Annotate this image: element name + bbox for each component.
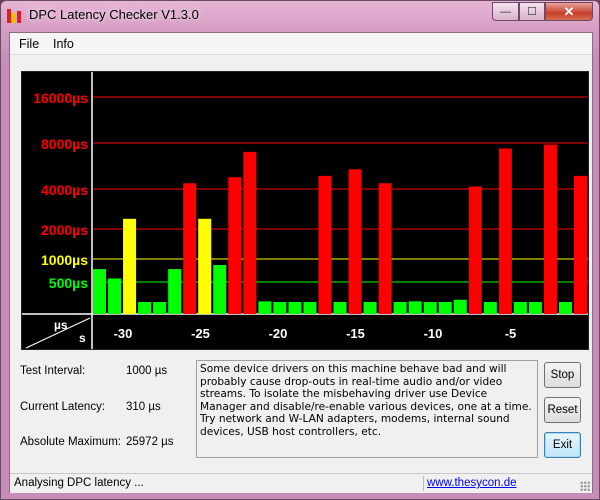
- maximize-button[interactable]: ☐: [519, 2, 545, 21]
- x-tick-label: -5: [505, 326, 517, 341]
- app-window: DPC Latency Checker V1.3.0 — ☐ ✕ File In…: [0, 0, 600, 500]
- maximize-icon: ☐: [527, 6, 537, 18]
- title-bar[interactable]: DPC Latency Checker V1.3.0 — ☐ ✕: [1, 1, 599, 31]
- latency-chart: µss 16000µs 8000µs 4000µs 2000µs 1000µs 500µs -…: [21, 71, 589, 350]
- latency-bar: [228, 177, 242, 314]
- latency-bar: [108, 278, 122, 314]
- menu-file[interactable]: File: [19, 37, 39, 51]
- latency-bar: [303, 302, 317, 314]
- website-link[interactable]: www.thesycon.de: [427, 477, 517, 489]
- latency-bar: [288, 302, 302, 314]
- y-tick-label: 4000µs: [41, 182, 88, 198]
- latency-bar: [183, 183, 197, 314]
- latency-bar: [138, 302, 152, 314]
- latency-bar: [243, 151, 257, 314]
- close-icon: ✕: [563, 3, 575, 19]
- menu-info[interactable]: Info: [53, 37, 74, 51]
- current-latency-label: Current Latency:: [20, 401, 106, 413]
- latency-bar: [498, 148, 512, 314]
- latency-bar: [483, 302, 497, 314]
- latency-bar: [363, 302, 377, 314]
- exit-button[interactable]: Exit: [544, 432, 581, 458]
- axis-corner-bottom-label: s: [79, 331, 86, 345]
- x-tick-label: -15: [346, 326, 365, 341]
- latency-bar: [423, 302, 437, 314]
- latency-bar: [318, 175, 332, 314]
- latency-bar: [153, 302, 167, 314]
- close-button[interactable]: ✕: [545, 2, 593, 21]
- latency-bar: [393, 302, 407, 314]
- latency-bar: [558, 302, 572, 314]
- latency-bar: [573, 175, 587, 314]
- absolute-maximum-value: 25972 µs: [126, 436, 174, 448]
- absolute-maximum-label: Absolute Maximum:: [20, 436, 121, 448]
- minimize-icon: —: [500, 5, 511, 18]
- latency-bar: [468, 186, 482, 314]
- window-title: DPC Latency Checker V1.3.0: [29, 7, 199, 22]
- latency-bar: [513, 302, 527, 314]
- y-tick-label: 8000µs: [41, 136, 88, 152]
- resize-grip-icon[interactable]: [580, 481, 590, 491]
- latency-bar: [213, 264, 227, 314]
- status-bar: Analysing DPC latency ... www.thesycon.d…: [10, 473, 592, 493]
- status-text: Analysing DPC latency ...: [14, 477, 144, 489]
- menu-bar: File Info: [10, 33, 592, 55]
- latency-bar: [273, 302, 287, 314]
- y-tick-label: 500µs: [49, 275, 88, 291]
- latency-bar: [543, 144, 557, 314]
- current-latency-value: 310 µs: [126, 401, 161, 413]
- latency-bar: [378, 183, 392, 314]
- y-tick-label: 16000µs: [33, 90, 88, 106]
- x-tick-label: -30: [114, 326, 133, 341]
- latency-bar: [528, 302, 542, 314]
- y-tick-label: 2000µs: [41, 222, 88, 238]
- x-tick-label: -25: [191, 326, 210, 341]
- latency-bar: [453, 299, 467, 314]
- latency-bar: [198, 218, 212, 314]
- app-bars-icon: [7, 7, 23, 23]
- axis-corner-top-label: µs: [54, 318, 68, 332]
- latency-bar: [438, 302, 452, 314]
- reset-button[interactable]: Reset: [544, 397, 581, 423]
- status-separator: [423, 476, 424, 491]
- x-tick-label: -10: [424, 326, 443, 341]
- test-interval-label: Test Interval:: [20, 365, 86, 377]
- y-tick-label: 1000µs: [41, 252, 88, 268]
- latency-bar: [348, 169, 362, 314]
- x-tick-label: -20: [269, 326, 288, 341]
- stop-button[interactable]: Stop: [544, 362, 581, 388]
- message-box: Some device drivers on this machine beha…: [196, 360, 538, 458]
- latency-bar: [258, 301, 272, 314]
- latency-bar: [93, 269, 107, 314]
- minimize-button[interactable]: —: [492, 2, 519, 21]
- test-interval-value: 1000 µs: [126, 365, 168, 377]
- latency-bar: [168, 269, 182, 314]
- client-area: File Info µs s 16000µs 8000µs 4000µs 2000µs 10…: [9, 32, 593, 493]
- latency-bar: [123, 218, 137, 314]
- latency-bar: [408, 301, 422, 314]
- latency-bar: [333, 302, 347, 314]
